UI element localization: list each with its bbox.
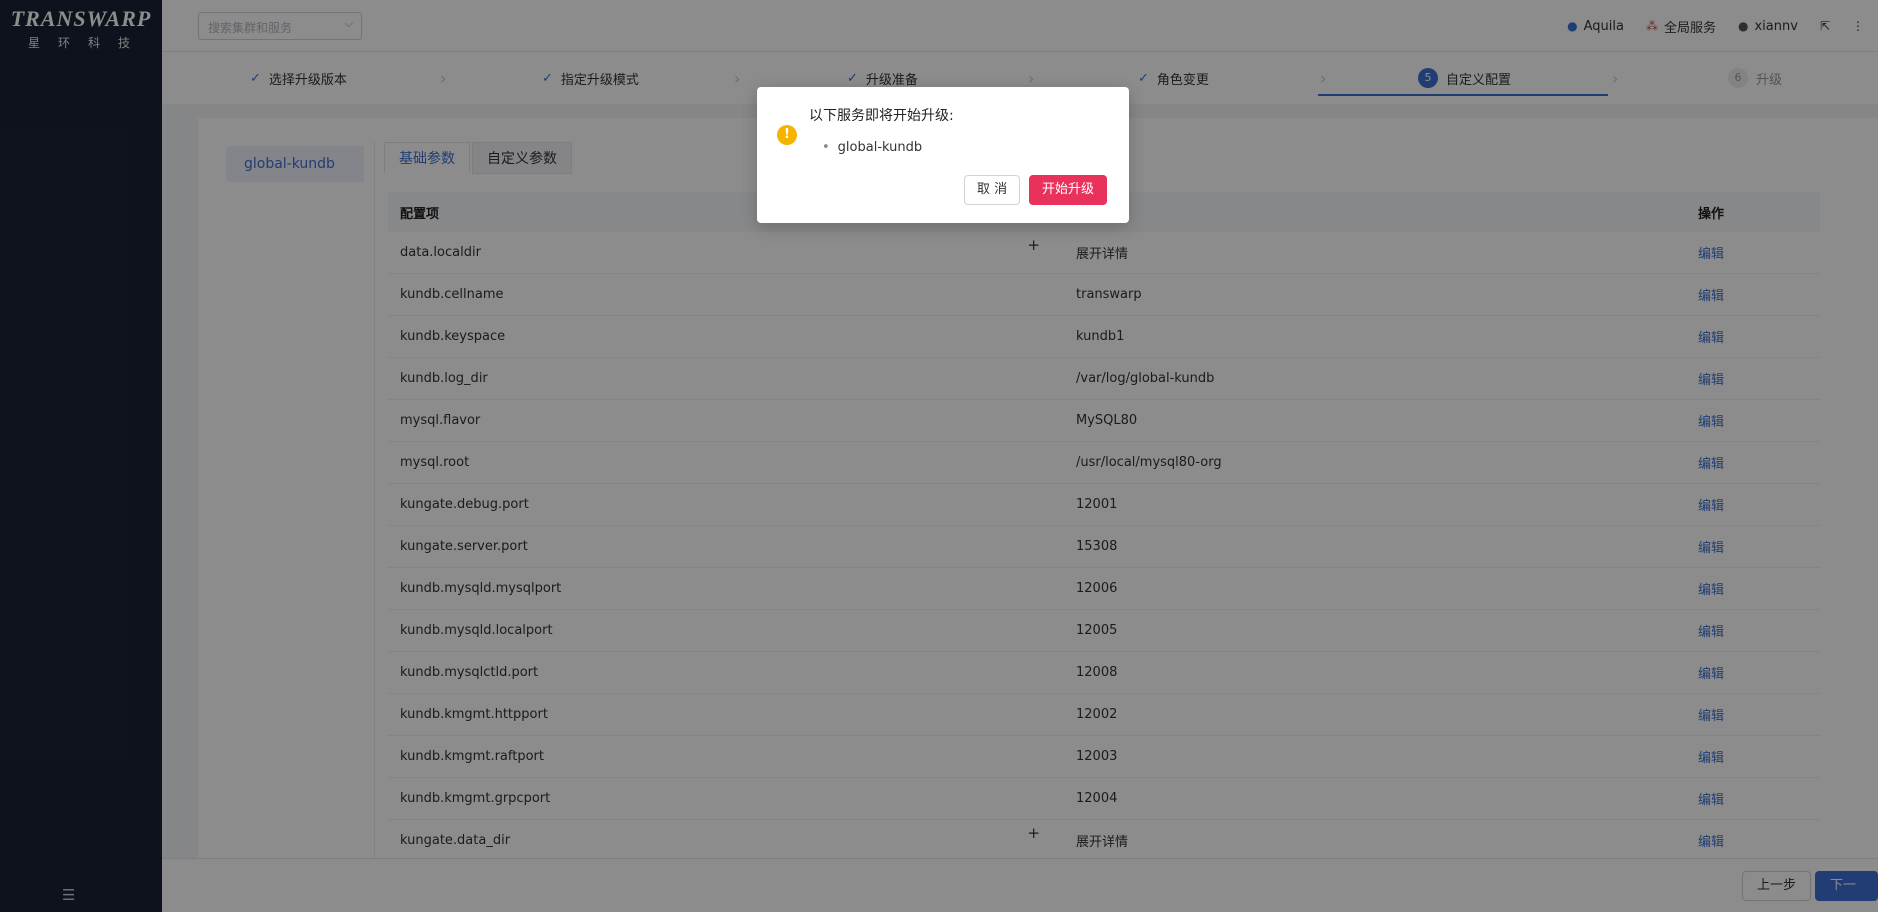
cancel-button[interactable]: 取 消 [964,175,1021,205]
list-item: global-kundb [822,140,922,155]
start-upgrade-button[interactable]: 开始升级 [1029,175,1108,205]
warning-icon: ! [777,125,797,145]
confirm-upgrade-dialog: ! 以下服务即将开始升级: global-kundb 取 消 开始升级 [757,87,1129,223]
upgrade-service-list: global-kundb [822,140,922,155]
modal-title: 以下服务即将开始升级: [809,108,954,124]
